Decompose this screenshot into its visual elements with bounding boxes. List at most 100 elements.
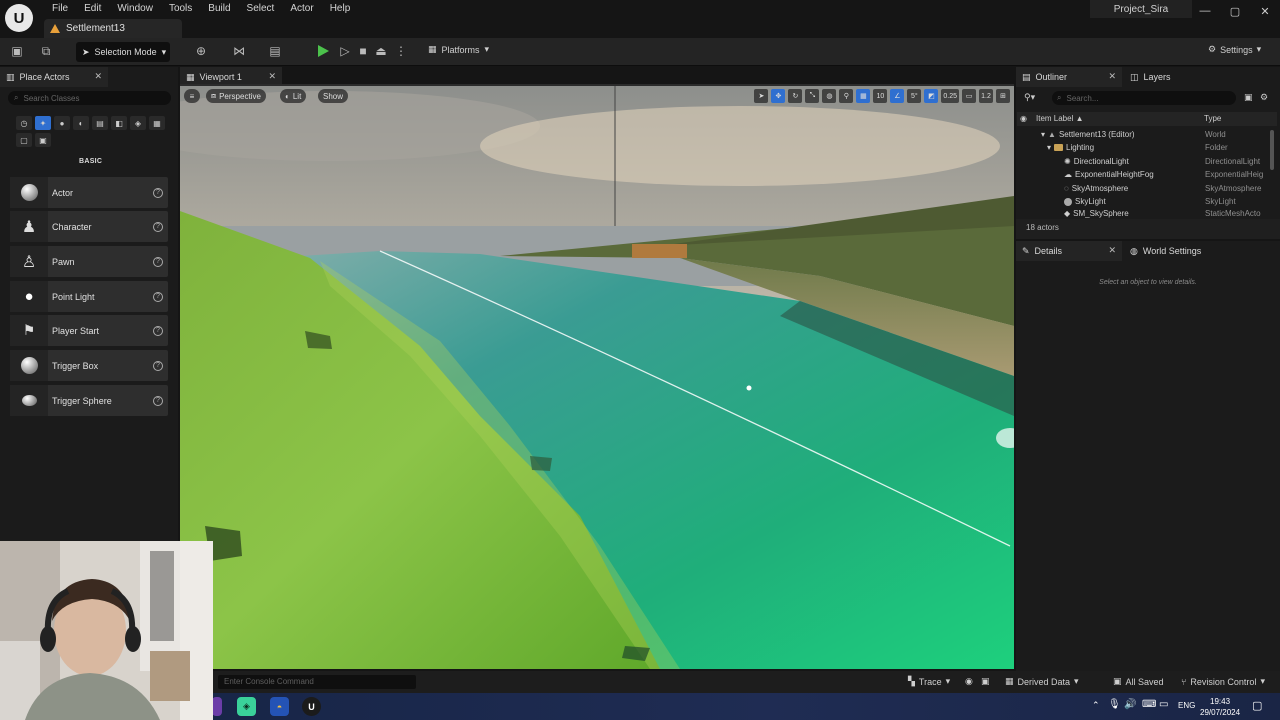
blueprint-icon[interactable]: ⋈ bbox=[232, 44, 246, 58]
taskbar-unreal-icon[interactable]: U bbox=[302, 697, 321, 716]
help-icon[interactable]: ? bbox=[153, 360, 163, 371]
outliner-row[interactable]: ◌ SkyAtmosphere SkyAtmosphere bbox=[1017, 182, 1267, 195]
basic-category-icon[interactable]: ✦ bbox=[35, 116, 51, 130]
level-viewport[interactable]: ≡ ⧈ Perspective ◐ Lit Show ➤ ✥ ↻ ⤡ ◍ ⚲ ▦… bbox=[180, 86, 1014, 669]
unreal-logo-icon[interactable]: U bbox=[5, 4, 33, 32]
derived-data-button[interactable]: ▦ Derived Data ▾ bbox=[1005, 676, 1079, 687]
outliner-row[interactable]: ▾ Lighting Folder bbox=[1017, 141, 1267, 154]
tray-chevron-up-icon[interactable]: ⌃ bbox=[1092, 700, 1100, 711]
surface-snap-icon[interactable]: ⚲ bbox=[839, 89, 854, 103]
scale-snap-value[interactable]: 0.25 bbox=[941, 89, 959, 103]
help-icon[interactable]: ? bbox=[153, 221, 163, 232]
lit-button[interactable]: ◐ Lit bbox=[280, 89, 307, 103]
save-status-button[interactable]: ▣ All Saved bbox=[1113, 676, 1164, 687]
close-icon[interactable]: ✕ bbox=[1108, 245, 1116, 256]
menu-help[interactable]: Help bbox=[322, 2, 359, 16]
network-icon[interactable]: ⌨ bbox=[1142, 699, 1156, 710]
outliner-row[interactable]: SkyLight SkyLight bbox=[1017, 195, 1267, 208]
outliner-search-input[interactable]: ⌕ Search... bbox=[1052, 91, 1236, 105]
selection-mode-dropdown[interactable]: ➤ Selection Mode ▾ bbox=[76, 42, 170, 62]
actor-item-player-start[interactable]: ⚑ Player Start ? bbox=[10, 315, 168, 346]
search-classes-input[interactable]: ⌕ Search Classes bbox=[8, 91, 171, 105]
outliner-row[interactable]: ▾ ▲ Settlement13 (Editor) World bbox=[1017, 128, 1267, 141]
rotate-tool-icon[interactable]: ↻ bbox=[788, 89, 803, 103]
scale-snap-icon[interactable]: ◩ bbox=[924, 89, 939, 103]
close-icon[interactable]: ✕ bbox=[94, 71, 102, 82]
actor-item-trigger-box[interactable]: Trigger Box ? bbox=[10, 350, 168, 381]
notification-icon[interactable]: ▢ bbox=[1252, 699, 1262, 712]
filter-icon[interactable]: ⚲▾ bbox=[1024, 92, 1035, 103]
help-icon[interactable]: ? bbox=[153, 395, 163, 406]
outliner-row[interactable]: ✺ DirectionalLight DirectionalLight bbox=[1017, 155, 1267, 168]
record-icon[interactable]: ◉ bbox=[965, 676, 973, 687]
select-tool-icon[interactable]: ➤ bbox=[754, 89, 769, 103]
help-icon[interactable]: ? bbox=[153, 325, 163, 336]
shapes-category-icon[interactable]: ◐ bbox=[73, 116, 89, 130]
grid-snap-value[interactable]: 10 bbox=[873, 89, 888, 103]
world-local-icon[interactable]: ◍ bbox=[822, 89, 837, 103]
all-classes-category-icon[interactable]: ▦ bbox=[149, 116, 165, 130]
content-browser-icon[interactable]: ⧉ bbox=[39, 44, 53, 58]
maximize-viewport-icon[interactable]: ⊞ bbox=[996, 89, 1010, 103]
geometry-category-icon[interactable]: ▢ bbox=[16, 133, 32, 147]
recent-icon[interactable]: ◷ bbox=[16, 116, 32, 130]
taskbar-app-icon[interactable]: ◓ bbox=[270, 697, 289, 716]
level-document-tab[interactable]: Settlement13 bbox=[44, 19, 182, 38]
actor-item-point-light[interactable]: ● Point Light ? bbox=[10, 281, 168, 312]
camera-speed-value[interactable]: 1.2 bbox=[979, 89, 993, 103]
expand-arrow-icon[interactable]: ▾ bbox=[1047, 143, 1051, 152]
perspective-button[interactable]: ⧈ Perspective bbox=[206, 89, 266, 103]
menu-edit[interactable]: Edit bbox=[76, 2, 109, 16]
add-actor-icon[interactable]: ⊕ bbox=[194, 44, 208, 58]
step-icon[interactable]: ▷ bbox=[338, 44, 352, 58]
cinematic-category-icon[interactable]: ▤ bbox=[92, 116, 108, 130]
rotation-snap-icon[interactable]: ∠ bbox=[890, 89, 905, 103]
rotation-snap-value[interactable]: 5° bbox=[907, 89, 922, 103]
tab-world-settings[interactable]: ◍ World Settings bbox=[1124, 241, 1224, 261]
translate-tool-icon[interactable]: ✥ bbox=[771, 89, 786, 103]
item-label-column[interactable]: Item Label ▲ bbox=[1036, 114, 1084, 123]
tab-details[interactable]: ✎ Details ✕ bbox=[1016, 241, 1122, 261]
menu-actor[interactable]: Actor bbox=[282, 2, 321, 16]
visibility-icon[interactable]: ◉ bbox=[1020, 114, 1027, 123]
volume-icon[interactable]: 🔊 bbox=[1124, 699, 1136, 710]
help-icon[interactable]: ? bbox=[153, 291, 163, 302]
trace-button[interactable]: ▚ Trace ▾ bbox=[908, 676, 950, 687]
lights-category-icon[interactable]: ● bbox=[54, 116, 70, 130]
revision-control-button[interactable]: ⑂ Revision Control ▾ bbox=[1181, 676, 1265, 687]
minimize-button[interactable]: — bbox=[1190, 0, 1220, 22]
type-column[interactable]: Type bbox=[1204, 114, 1221, 123]
actor-item-actor[interactable]: Actor ? bbox=[10, 177, 168, 208]
visual-effects-category-icon[interactable]: ◧ bbox=[111, 116, 127, 130]
menu-window[interactable]: Window bbox=[109, 2, 161, 16]
scale-tool-icon[interactable]: ⤡ bbox=[805, 89, 820, 103]
console-command-input[interactable]: Enter Console Command bbox=[218, 675, 416, 689]
help-icon[interactable]: ? bbox=[153, 256, 163, 267]
microphone-icon[interactable]: 🎙 bbox=[1108, 699, 1121, 710]
play-options-icon[interactable]: ⋮ bbox=[394, 44, 408, 58]
outliner-scrollbar[interactable] bbox=[1270, 130, 1274, 170]
menu-build[interactable]: Build bbox=[200, 2, 238, 16]
actor-item-trigger-sphere[interactable]: Trigger Sphere ? bbox=[10, 385, 168, 416]
taskbar-clock[interactable]: 19:43 29/07/2024 bbox=[1200, 696, 1240, 718]
menu-select[interactable]: Select bbox=[239, 2, 283, 16]
gear-icon[interactable]: ⚙ bbox=[1260, 92, 1268, 103]
platforms-button[interactable]: ▦ Platforms ▾ bbox=[428, 44, 489, 55]
close-window-button[interactable]: ✕ bbox=[1250, 0, 1280, 22]
screenshot-icon[interactable]: ▣ bbox=[981, 676, 990, 687]
viewport-options-button[interactable]: ≡ bbox=[184, 89, 200, 103]
maximize-button[interactable]: ▢ bbox=[1220, 0, 1250, 22]
language-indicator[interactable]: ENG bbox=[1178, 701, 1195, 710]
volumes-category-icon[interactable]: ◈ bbox=[130, 116, 146, 130]
tab-outliner[interactable]: ▤ Outliner ✕ bbox=[1016, 67, 1122, 87]
close-icon[interactable]: ✕ bbox=[268, 71, 276, 82]
stop-icon[interactable]: ■ bbox=[356, 44, 370, 58]
menu-file[interactable]: File bbox=[44, 2, 76, 16]
cinematics-icon[interactable]: ▤ bbox=[268, 44, 282, 58]
menu-tools[interactable]: Tools bbox=[161, 2, 200, 16]
expand-arrow-icon[interactable]: ▾ bbox=[1041, 130, 1045, 139]
outliner-row[interactable]: ◆ SM_SkySphere StaticMeshActo bbox=[1017, 208, 1267, 218]
tab-place-actors[interactable]: ▥ Place Actors ✕ bbox=[0, 67, 108, 87]
close-icon[interactable]: ✕ bbox=[1108, 71, 1116, 82]
more-category-icon[interactable]: ▣ bbox=[35, 133, 51, 147]
